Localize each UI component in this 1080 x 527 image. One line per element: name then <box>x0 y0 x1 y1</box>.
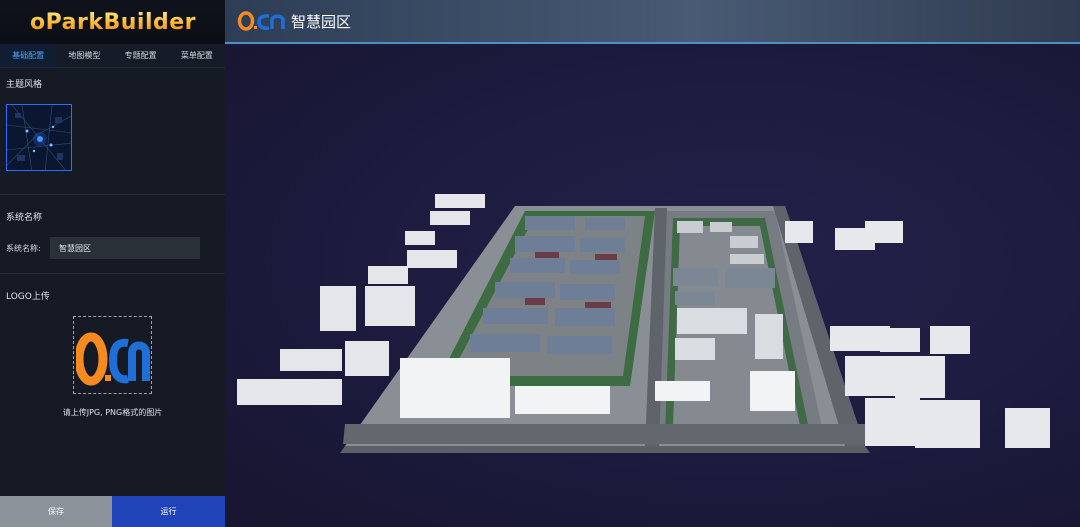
logo-section-title: LOGO上传 <box>6 292 50 302</box>
preview-header: 智慧园区 <box>225 0 1080 44</box>
system-name-input[interactable] <box>50 237 200 259</box>
system-name-label: 系统名称: <box>6 244 41 253</box>
logo-upload-box[interactable] <box>73 316 152 394</box>
config-panel: oParkBuilder 基础配置 地图模型 专题配置 菜单配置 主题风格 系统… <box>0 0 225 527</box>
theme-thumbnail[interactable] <box>6 104 72 171</box>
brand-name: oParkBuilder <box>30 9 197 35</box>
upload-hint: 请上传JPG, PNG格式的图片 <box>62 408 163 417</box>
system-section-title: 系统名称 <box>6 213 43 223</box>
theme-section-title: 主题风格 <box>6 80 43 90</box>
page-title: 智慧园区 <box>291 12 352 31</box>
config-tabs: 基础配置 地图模型 专题配置 菜单配置 <box>0 44 225 68</box>
app-window: oParkBuilder 基础配置 地图模型 专题配置 菜单配置 主题风格 系统… <box>0 0 1080 527</box>
save-button[interactable]: 保存 <box>0 496 112 527</box>
tab-map-model[interactable]: 地图模型 <box>56 44 112 67</box>
section-divider <box>0 273 225 274</box>
park-3d-viewport[interactable] <box>225 46 1080 527</box>
brand-header: oParkBuilder <box>0 0 225 44</box>
tab-menu-config[interactable]: 菜单配置 <box>169 44 225 67</box>
run-button[interactable]: 运行 <box>112 496 225 527</box>
section-divider <box>0 194 225 195</box>
header-logo-icon <box>237 11 285 31</box>
tab-topic-config[interactable]: 专题配置 <box>113 44 169 67</box>
dark-map-thumbnail-icon <box>7 105 71 170</box>
ocn-logo-icon <box>75 332 150 386</box>
tab-basic-config[interactable]: 基础配置 <box>0 44 57 67</box>
park-3d-model <box>237 194 1050 453</box>
